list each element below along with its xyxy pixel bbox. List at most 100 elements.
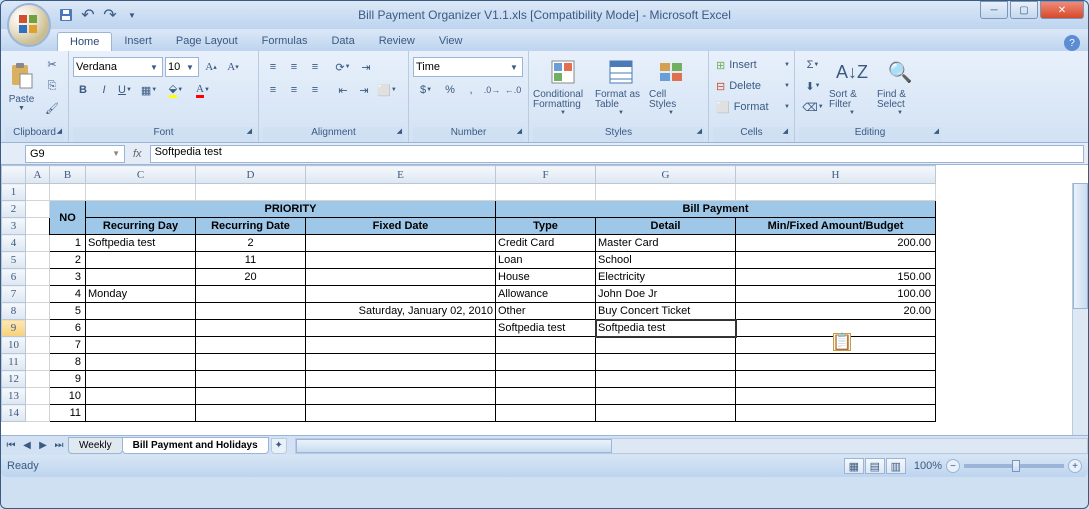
merge-center-icon[interactable]: ⬜▼ (375, 80, 399, 100)
row-header-4[interactable]: 4 (2, 235, 26, 252)
decrease-decimal-icon[interactable]: ←.0 (503, 80, 523, 100)
cell-D12[interactable] (196, 371, 306, 388)
name-box[interactable]: G9▼ (25, 145, 125, 163)
wrap-text-icon[interactable]: ⇥ (354, 57, 378, 77)
cell-F12[interactable] (496, 371, 596, 388)
tab-insert[interactable]: Insert (112, 32, 164, 51)
zoom-out-button[interactable]: − (946, 459, 960, 473)
horizontal-scrollbar[interactable] (295, 438, 1088, 454)
office-button[interactable] (7, 3, 51, 47)
cell-B10[interactable]: 7 (50, 337, 86, 354)
last-sheet-icon[interactable]: ⏭ (51, 438, 67, 454)
redo-icon[interactable]: ↷ (101, 6, 119, 24)
row-header-10[interactable]: 10 (2, 337, 26, 354)
cell-D4[interactable]: 2 (196, 235, 306, 252)
clear-icon[interactable]: ⌫▼ (801, 97, 825, 117)
cell-C5[interactable] (86, 252, 196, 269)
align-center-icon[interactable]: ≡ (284, 80, 304, 100)
cell-B9[interactable]: 6 (50, 320, 86, 337)
insert-cells-button[interactable]: ⊞Insert▼ (715, 55, 791, 75)
cell-H12[interactable] (736, 371, 936, 388)
cell-E11[interactable] (306, 354, 496, 371)
cell-B6[interactable]: 3 (50, 269, 86, 286)
cell-D10[interactable] (196, 337, 306, 354)
cell-E7[interactable] (306, 286, 496, 303)
cell-B12[interactable]: 9 (50, 371, 86, 388)
cell-G12[interactable] (596, 371, 736, 388)
cell-F4[interactable]: Credit Card (496, 235, 596, 252)
cell-F6[interactable]: House (496, 269, 596, 286)
cell-B14[interactable]: 11 (50, 405, 86, 422)
cell-H11[interactable] (736, 354, 936, 371)
next-sheet-icon[interactable]: ▶ (35, 438, 51, 454)
cell-H8[interactable]: 20.00 (736, 303, 936, 320)
comma-icon[interactable]: , (461, 80, 481, 100)
cell-H5[interactable] (736, 252, 936, 269)
orientation-icon[interactable]: ⟳▼ (333, 57, 353, 77)
cell-E5[interactable] (306, 252, 496, 269)
cell-C7[interactable]: Monday (86, 286, 196, 303)
conditional-formatting-button[interactable]: Conditional Formatting▼ (533, 53, 593, 119)
format-as-table-button[interactable]: Format as Table▼ (595, 53, 647, 119)
cell-H4[interactable]: 200.00 (736, 235, 936, 252)
page-break-view-icon[interactable]: ▥ (886, 458, 906, 474)
number-format-combo[interactable]: Time▼ (413, 57, 523, 77)
sheet-tab-weekly[interactable]: Weekly (68, 437, 123, 454)
cell-D11[interactable] (196, 354, 306, 371)
cell-H14[interactable] (736, 405, 936, 422)
border-button[interactable]: ▦▼ (136, 80, 162, 100)
cell-G11[interactable] (596, 354, 736, 371)
cell-C10[interactable] (86, 337, 196, 354)
save-icon[interactable] (57, 6, 75, 24)
row-header-3[interactable]: 3 (2, 218, 26, 235)
cell-C14[interactable] (86, 405, 196, 422)
page-layout-view-icon[interactable]: ▤ (865, 458, 885, 474)
paste-options-icon[interactable]: 📋 (833, 333, 851, 351)
cell-C12[interactable] (86, 371, 196, 388)
maximize-button[interactable]: ▢ (1010, 1, 1038, 19)
cell-D7[interactable] (196, 286, 306, 303)
zoom-in-button[interactable]: + (1068, 459, 1082, 473)
cell-H7[interactable]: 100.00 (736, 286, 936, 303)
cell-D6[interactable]: 20 (196, 269, 306, 286)
normal-view-icon[interactable]: ▦ (844, 458, 864, 474)
paste-button[interactable]: Paste ▼ (5, 53, 38, 119)
row-header-7[interactable]: 7 (2, 286, 26, 303)
help-icon[interactable]: ? (1064, 35, 1080, 51)
cell-F11[interactable] (496, 354, 596, 371)
vertical-scrollbar[interactable] (1072, 183, 1088, 435)
cell-C11[interactable] (86, 354, 196, 371)
cell-C9[interactable] (86, 320, 196, 337)
tab-page-layout[interactable]: Page Layout (164, 32, 250, 51)
copy-icon[interactable]: ⎘ (42, 76, 62, 96)
cell-E14[interactable] (306, 405, 496, 422)
cell-D8[interactable] (196, 303, 306, 320)
cell-E6[interactable] (306, 269, 496, 286)
underline-button[interactable]: U▼ (115, 80, 135, 100)
first-sheet-icon[interactable]: ⏮ (3, 438, 19, 454)
fill-color-button[interactable]: ⬙▼ (163, 80, 189, 100)
row-header-8[interactable]: 8 (2, 303, 26, 320)
row-header-12[interactable]: 12 (2, 371, 26, 388)
grow-font-icon[interactable]: A▴ (201, 57, 221, 77)
cell-F7[interactable]: Allowance (496, 286, 596, 303)
close-button[interactable]: ✕ (1040, 1, 1084, 19)
cell-B4[interactable]: 1 (50, 235, 86, 252)
cell-E9[interactable] (306, 320, 496, 337)
cell-G4[interactable]: Master Card (596, 235, 736, 252)
row-header-2[interactable]: 2 (2, 201, 26, 218)
increase-decimal-icon[interactable]: .0→ (482, 80, 502, 100)
col-header-F[interactable]: F (496, 166, 596, 184)
cell-G10[interactable] (596, 337, 736, 354)
cell-F5[interactable]: Loan (496, 252, 596, 269)
prev-sheet-icon[interactable]: ◀ (19, 438, 35, 454)
cell-D9[interactable] (196, 320, 306, 337)
row-header-6[interactable]: 6 (2, 269, 26, 286)
tab-data[interactable]: Data (319, 32, 366, 51)
cell-G5[interactable]: School (596, 252, 736, 269)
formula-input[interactable]: Softpedia test (150, 145, 1084, 163)
col-header-D[interactable]: D (196, 166, 306, 184)
cell-C8[interactable] (86, 303, 196, 320)
cell-E4[interactable] (306, 235, 496, 252)
font-name-combo[interactable]: Verdana▼ (73, 57, 163, 77)
